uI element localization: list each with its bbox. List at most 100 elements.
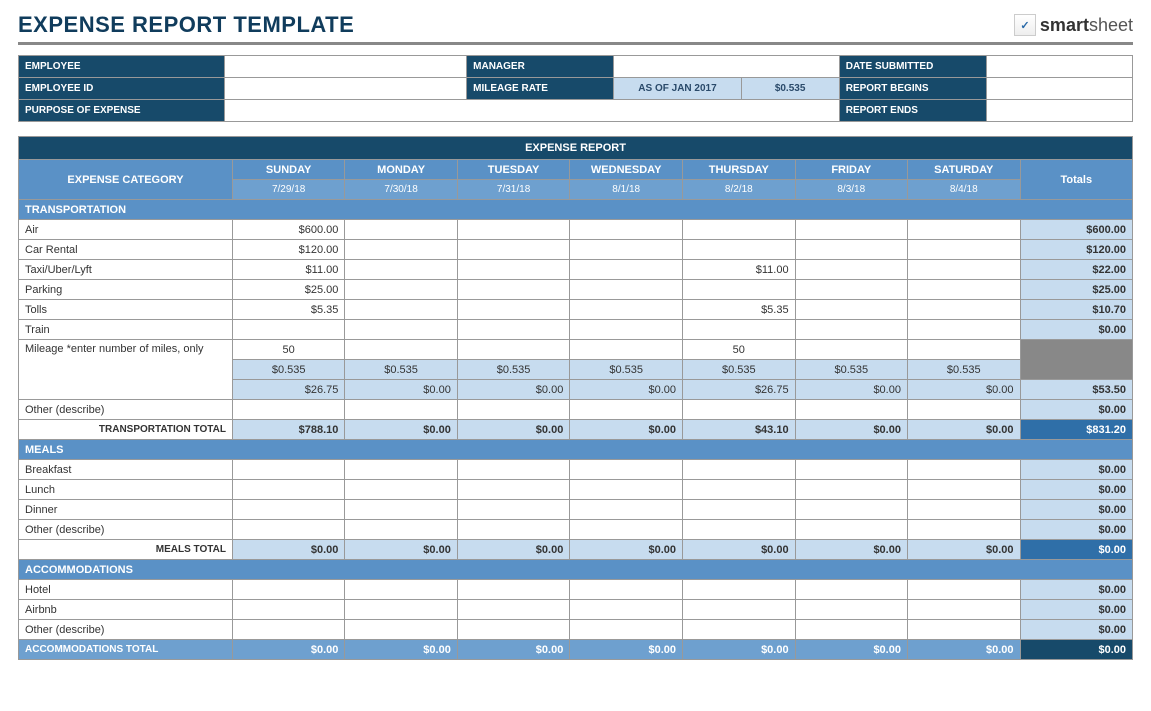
- expense-cell[interactable]: [457, 300, 570, 320]
- report-begins-value[interactable]: [987, 78, 1133, 100]
- mileage-miles-cell[interactable]: [345, 340, 457, 360]
- other-cell[interactable]: [232, 400, 344, 420]
- expense-cell[interactable]: [907, 300, 1020, 320]
- expense-cell[interactable]: [795, 580, 907, 600]
- expense-cell[interactable]: [795, 480, 907, 500]
- expense-cell[interactable]: [907, 520, 1020, 540]
- expense-cell[interactable]: [457, 240, 570, 260]
- expense-cell[interactable]: [457, 260, 570, 280]
- other-cell[interactable]: [345, 400, 457, 420]
- expense-cell[interactable]: [570, 500, 683, 520]
- date-submitted-value[interactable]: [987, 56, 1133, 78]
- expense-cell[interactable]: [345, 280, 457, 300]
- expense-cell[interactable]: [232, 520, 344, 540]
- expense-cell[interactable]: [457, 600, 570, 620]
- mileage-miles-cell[interactable]: 50: [232, 340, 344, 360]
- other-cell[interactable]: [457, 400, 570, 420]
- other-cell[interactable]: [907, 400, 1020, 420]
- expense-cell[interactable]: [795, 320, 907, 340]
- expense-cell[interactable]: [683, 580, 796, 600]
- expense-cell[interactable]: $25.00: [232, 280, 344, 300]
- expense-cell[interactable]: [457, 220, 570, 240]
- mileage-miles-cell[interactable]: [795, 340, 907, 360]
- expense-cell[interactable]: [683, 240, 796, 260]
- expense-cell[interactable]: [570, 240, 683, 260]
- expense-cell[interactable]: [907, 580, 1020, 600]
- expense-cell[interactable]: [457, 460, 570, 480]
- expense-cell[interactable]: [907, 500, 1020, 520]
- expense-cell[interactable]: [232, 620, 344, 640]
- expense-cell[interactable]: [683, 220, 796, 240]
- mileage-miles-cell[interactable]: [570, 340, 683, 360]
- expense-cell[interactable]: [457, 500, 570, 520]
- expense-cell[interactable]: [795, 240, 907, 260]
- expense-cell[interactable]: [683, 500, 796, 520]
- expense-cell[interactable]: [345, 220, 457, 240]
- mileage-miles-cell[interactable]: [457, 340, 570, 360]
- expense-cell[interactable]: [570, 580, 683, 600]
- expense-cell[interactable]: [795, 220, 907, 240]
- expense-cell[interactable]: [795, 460, 907, 480]
- expense-cell[interactable]: [683, 460, 796, 480]
- expense-cell[interactable]: $600.00: [232, 220, 344, 240]
- expense-cell[interactable]: [345, 620, 457, 640]
- expense-cell[interactable]: [570, 320, 683, 340]
- expense-cell[interactable]: [345, 300, 457, 320]
- expense-cell[interactable]: [683, 480, 796, 500]
- expense-cell[interactable]: [907, 220, 1020, 240]
- expense-cell[interactable]: [795, 300, 907, 320]
- expense-cell[interactable]: [795, 620, 907, 640]
- expense-cell[interactable]: [907, 280, 1020, 300]
- expense-cell[interactable]: [570, 480, 683, 500]
- expense-cell[interactable]: [457, 480, 570, 500]
- expense-cell[interactable]: [570, 520, 683, 540]
- expense-cell[interactable]: [683, 520, 796, 540]
- expense-cell[interactable]: [457, 620, 570, 640]
- expense-cell[interactable]: [232, 500, 344, 520]
- employee-id-value[interactable]: [224, 78, 467, 100]
- expense-cell[interactable]: [683, 280, 796, 300]
- expense-cell[interactable]: [683, 600, 796, 620]
- expense-cell[interactable]: [570, 460, 683, 480]
- expense-cell[interactable]: [345, 520, 457, 540]
- expense-cell[interactable]: [570, 220, 683, 240]
- expense-cell[interactable]: [795, 260, 907, 280]
- expense-cell[interactable]: [683, 320, 796, 340]
- expense-cell[interactable]: [795, 280, 907, 300]
- expense-cell[interactable]: [907, 480, 1020, 500]
- expense-cell[interactable]: [457, 280, 570, 300]
- other-cell[interactable]: [683, 400, 796, 420]
- employee-value[interactable]: [224, 56, 467, 78]
- expense-cell[interactable]: [570, 600, 683, 620]
- expense-cell[interactable]: [907, 240, 1020, 260]
- expense-cell[interactable]: [345, 260, 457, 280]
- purpose-value[interactable]: [224, 100, 839, 122]
- expense-cell[interactable]: $120.00: [232, 240, 344, 260]
- other-cell[interactable]: [570, 400, 683, 420]
- mileage-miles-cell[interactable]: 50: [683, 340, 796, 360]
- other-cell[interactable]: [795, 400, 907, 420]
- expense-cell[interactable]: [232, 320, 344, 340]
- expense-cell[interactable]: [795, 520, 907, 540]
- expense-cell[interactable]: [683, 620, 796, 640]
- expense-cell[interactable]: [907, 320, 1020, 340]
- expense-cell[interactable]: [232, 480, 344, 500]
- expense-cell[interactable]: [345, 500, 457, 520]
- expense-cell[interactable]: [232, 580, 344, 600]
- expense-cell[interactable]: [345, 600, 457, 620]
- expense-cell[interactable]: [345, 580, 457, 600]
- expense-cell[interactable]: [570, 620, 683, 640]
- expense-cell[interactable]: [570, 300, 683, 320]
- expense-cell[interactable]: [907, 460, 1020, 480]
- expense-cell[interactable]: [795, 600, 907, 620]
- expense-cell[interactable]: $5.35: [232, 300, 344, 320]
- expense-cell[interactable]: [907, 620, 1020, 640]
- expense-cell[interactable]: [795, 500, 907, 520]
- expense-cell[interactable]: [232, 600, 344, 620]
- expense-cell[interactable]: [907, 600, 1020, 620]
- expense-cell[interactable]: [345, 240, 457, 260]
- expense-cell[interactable]: [345, 320, 457, 340]
- expense-cell[interactable]: [907, 260, 1020, 280]
- expense-cell[interactable]: $5.35: [683, 300, 796, 320]
- expense-cell[interactable]: $11.00: [232, 260, 344, 280]
